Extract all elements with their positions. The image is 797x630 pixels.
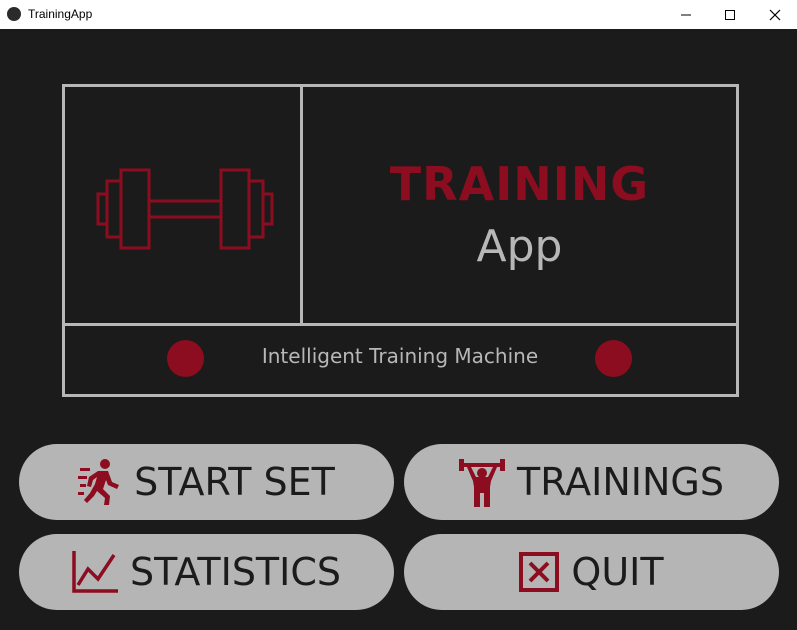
logo-divider-horizontal [65,323,736,326]
quit-button[interactable]: QUIT [404,534,779,610]
start-set-label: START SET [134,460,335,504]
brand-title: TRAINING [389,157,650,211]
weightlifter-icon [459,457,506,507]
minimize-button[interactable] [663,0,709,29]
logo-panel: TRAINING App Intelligent Training Machin… [62,84,739,397]
brand-subtitle: App [476,221,563,272]
tagline: Intelligent Training Machine [261,344,539,368]
close-button[interactable] [752,0,797,29]
trainings-label: TRAININGS [517,460,724,504]
running-person-icon [78,458,122,506]
minimize-icon [681,14,691,15]
window-title: TrainingApp [28,7,93,21]
close-square-icon [519,552,560,592]
close-icon [769,9,781,20]
statistics-label: STATISTICS [129,550,342,594]
main-content: TRAINING App Intelligent Training Machin… [0,29,797,630]
trainings-button[interactable]: TRAININGS [404,444,779,520]
app-icon [7,7,21,21]
quit-label: QUIT [571,550,664,594]
tagline-dot-right [595,340,632,377]
start-set-button[interactable]: START SET [19,444,394,520]
title-bar: TrainingApp [0,0,797,29]
statistics-button[interactable]: STATISTICS [19,534,394,610]
dumbbell-icon [96,168,274,250]
maximize-button[interactable] [707,0,753,29]
maximize-icon [725,9,735,20]
tagline-dot-left [167,340,204,377]
line-chart-icon [72,551,118,593]
